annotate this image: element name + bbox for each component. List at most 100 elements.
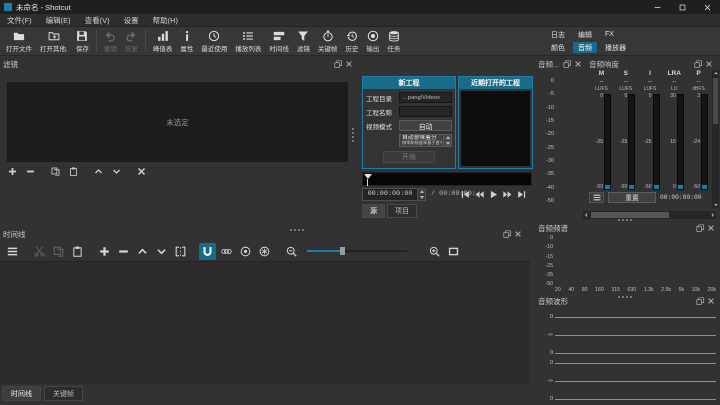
filter-tool-button[interactable] — [66, 165, 81, 178]
scroll-left-icon[interactable] — [583, 212, 589, 218]
filters-list-area[interactable]: 未选定 — [7, 82, 348, 162]
timeline-tool-button[interactable] — [134, 243, 151, 260]
project-folder-input[interactable]: …pang\Videos — [399, 92, 452, 103]
filter-tool-button[interactable] — [48, 165, 63, 178]
transport-button[interactable] — [487, 188, 499, 201]
close-icon[interactable] — [705, 60, 713, 68]
dock-tab[interactable]: 关键帧 — [44, 386, 83, 401]
reset-button[interactable]: 重置 — [608, 192, 656, 203]
timeline-tracks-area[interactable] — [0, 262, 530, 383]
playhead-marker[interactable] — [364, 174, 372, 179]
scroll-up-icon[interactable] — [713, 70, 719, 76]
timeline-tool-button[interactable] — [96, 243, 113, 260]
timeline-tool-button[interactable] — [31, 243, 48, 260]
timecode-spinner[interactable] — [417, 189, 425, 200]
combo-spinner[interactable] — [443, 135, 451, 146]
undock-icon[interactable] — [563, 60, 571, 68]
layout-button[interactable]: 日志 — [546, 29, 570, 40]
layout-button[interactable]: FX — [600, 29, 619, 40]
position-timecode-spinbox[interactable]: 00:00:00:00 — [362, 188, 426, 201]
scroll-right-icon[interactable] — [710, 212, 716, 218]
video-mode-button[interactable]: 自动 — [399, 120, 452, 131]
undock-icon[interactable] — [334, 60, 342, 68]
toolbar-button[interactable]: 时间线 — [265, 28, 293, 55]
slider-handle[interactable] — [340, 247, 345, 255]
splitter-handle[interactable] — [618, 219, 632, 221]
toolbar-button[interactable]: 峰值表 — [149, 28, 177, 55]
toolbar-button[interactable]: 输出 — [362, 28, 383, 55]
timeline-tool-button[interactable] — [50, 243, 67, 260]
timeline-tool-button[interactable] — [4, 243, 21, 260]
timeline-tool-button[interactable] — [256, 243, 273, 260]
scroll-down-icon[interactable] — [713, 202, 719, 208]
close-icon[interactable] — [707, 297, 715, 305]
timeline-zoom-slider[interactable] — [307, 245, 407, 257]
transport-button[interactable] — [473, 188, 485, 201]
splitter-handle[interactable] — [352, 128, 354, 142]
transport-button[interactable] — [459, 188, 471, 201]
menu-item[interactable]: 帮助(H) — [146, 15, 185, 26]
timeline-tool-button[interactable] — [199, 243, 216, 260]
filter-tool-button[interactable] — [91, 165, 106, 178]
undock-icon[interactable] — [503, 230, 511, 238]
video-mode-combo[interactable]: 自动意味着分 辨率和帧速率基于首个视频 — [399, 134, 452, 147]
close-icon[interactable] — [345, 60, 353, 68]
filter-tool-button[interactable] — [109, 165, 124, 178]
timeline-tool-button[interactable] — [283, 243, 300, 260]
filter-tool-button[interactable] — [134, 165, 149, 178]
toolbar-button[interactable]: 最近使用 — [197, 28, 231, 55]
scrollbar-thumb[interactable] — [591, 212, 669, 218]
recent-projects-list[interactable] — [461, 91, 530, 166]
close-button[interactable] — [695, 0, 720, 14]
timeline-tool-button[interactable] — [218, 243, 235, 260]
toolbar-button[interactable]: 保存 — [72, 28, 93, 55]
timeline-tool-button[interactable] — [426, 243, 443, 260]
toolbar-button[interactable]: 打开文件 — [2, 28, 36, 55]
toolbar-button[interactable]: 恢复 — [121, 28, 142, 55]
timeline-tool-button[interactable] — [237, 243, 254, 260]
filter-tool-button[interactable] — [5, 165, 20, 178]
loudness-menu-button[interactable] — [589, 192, 604, 203]
project-name-input[interactable] — [399, 106, 452, 117]
toolbar-button[interactable]: 关键帧 — [314, 28, 342, 55]
close-icon[interactable] — [514, 230, 522, 238]
toolbar-button[interactable]: 滤镜 — [293, 28, 314, 55]
seek-bar[interactable] — [362, 172, 532, 186]
timeline-tool-button[interactable] — [153, 243, 170, 260]
transport-button[interactable] — [515, 188, 527, 201]
toolbar-button[interactable]: 属性 — [176, 28, 197, 55]
undock-icon[interactable] — [696, 297, 704, 305]
timeline-tool-button[interactable] — [445, 243, 462, 260]
undock-icon[interactable] — [696, 224, 704, 232]
menu-item[interactable]: 编辑(E) — [39, 15, 78, 26]
player-tab[interactable]: 源 — [362, 204, 385, 218]
start-button[interactable]: 开始 — [383, 151, 435, 163]
dock-tab[interactable]: 时间线 — [2, 386, 41, 401]
toolbar-button[interactable]: 播放列表 — [231, 28, 265, 55]
transport-button[interactable] — [501, 188, 513, 201]
layout-button[interactable]: 播放器 — [600, 42, 631, 53]
layout-button[interactable]: 音频 — [573, 42, 597, 53]
timeline-tool-button[interactable] — [115, 243, 132, 260]
toolbar-button[interactable]: 任务 — [383, 28, 404, 55]
vertical-scrollbar[interactable] — [712, 70, 719, 208]
timeline-tool-button[interactable] — [69, 243, 86, 260]
close-icon[interactable] — [574, 60, 582, 68]
layout-button[interactable]: 编辑 — [573, 29, 597, 40]
scrollbar-thumb[interactable] — [713, 78, 718, 124]
menu-item[interactable]: 查看(V) — [78, 15, 117, 26]
maximize-button[interactable] — [670, 0, 695, 14]
toolbar-button[interactable]: 历史 — [341, 28, 362, 55]
toolbar-button[interactable]: 撤销 — [100, 28, 121, 55]
toolbar-button[interactable]: 打开其他. — [36, 28, 72, 55]
menu-item[interactable]: 文件(F) — [0, 15, 39, 26]
menu-item[interactable]: 设置 — [117, 15, 146, 26]
close-icon[interactable] — [707, 224, 715, 232]
horizontal-scrollbar[interactable] — [583, 211, 716, 219]
filter-tool-button[interactable] — [23, 165, 38, 178]
timeline-tool-button[interactable] — [172, 243, 189, 260]
layout-button[interactable]: 颜色 — [546, 42, 570, 53]
minimize-button[interactable] — [645, 0, 670, 14]
undock-icon[interactable] — [694, 60, 702, 68]
player-tab[interactable]: 项目 — [387, 204, 417, 218]
